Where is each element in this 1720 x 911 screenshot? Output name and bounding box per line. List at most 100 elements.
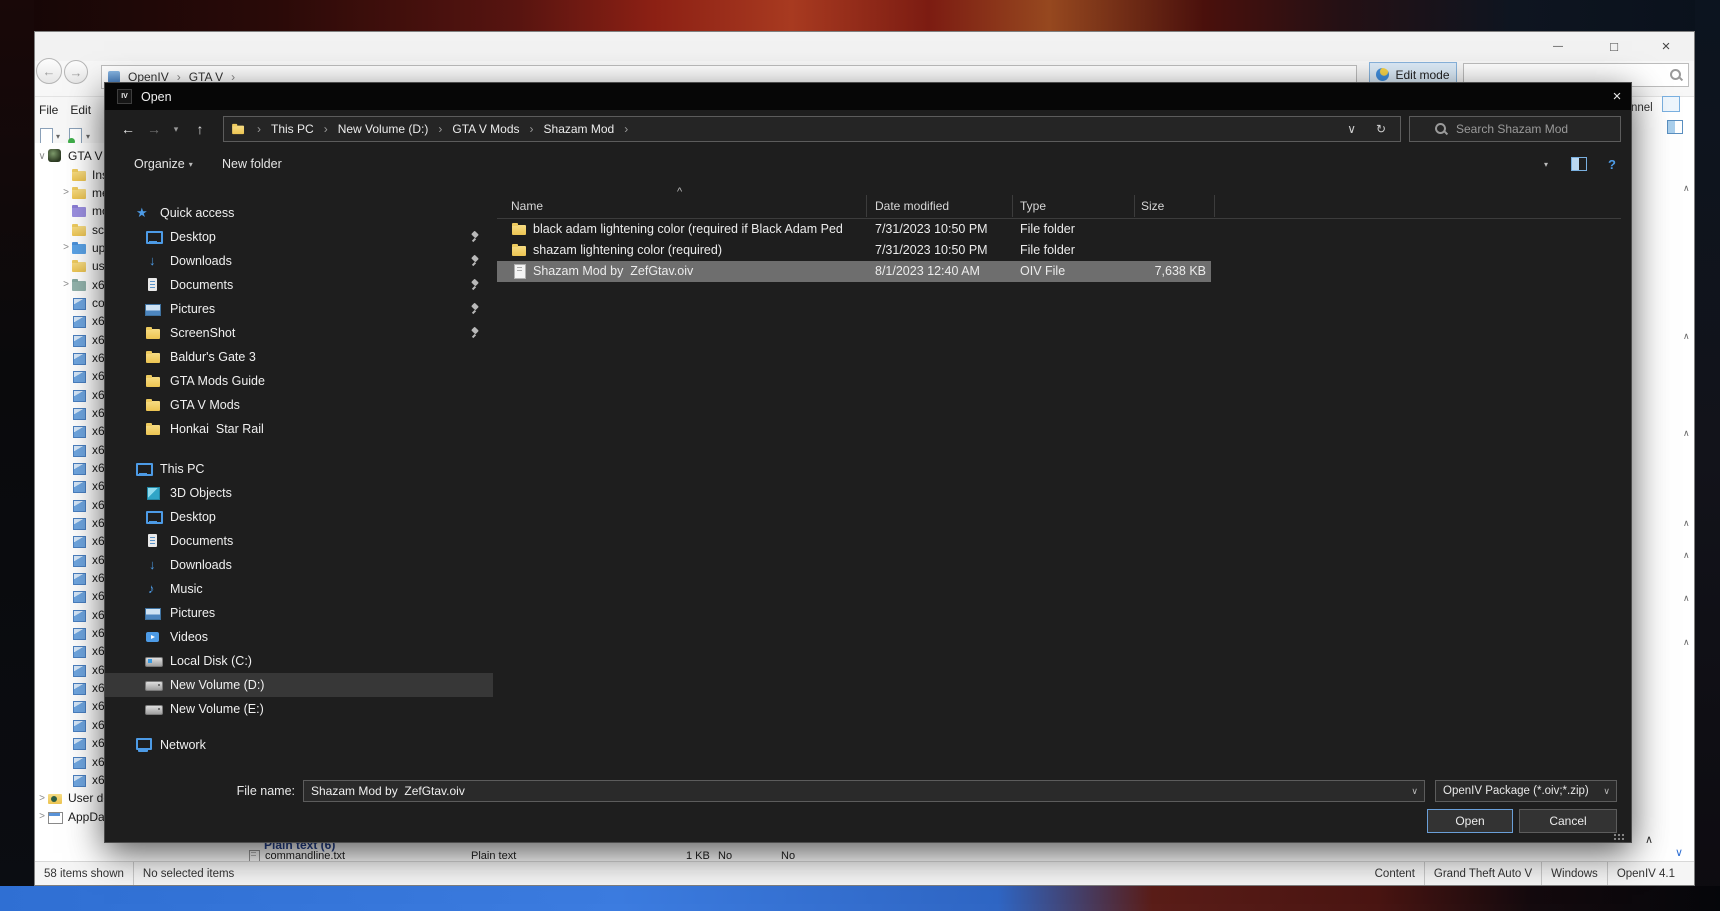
recent-locations-button[interactable]: ▾ — [167, 116, 185, 142]
split-view-icon[interactable] — [1667, 120, 1683, 134]
forward-button[interactable]: → — [143, 116, 165, 142]
file-type-select[interactable]: OpenIV Package (*.oiv;*.zip) ∨ — [1435, 780, 1617, 802]
collapse-icon[interactable]: ∧ — [1683, 183, 1690, 194]
crumb-this-pc[interactable]: This PC — [271, 122, 314, 136]
crumb-shazam-mod[interactable]: Shazam Mod — [544, 122, 615, 136]
column-date-modified[interactable]: Date modified — [875, 199, 949, 213]
maximize-button[interactable]: □ — [1591, 32, 1637, 61]
nav-item-honkai-star-rail[interactable]: Honkai Star Rail — [105, 417, 493, 441]
column-type[interactable]: Type — [1020, 199, 1046, 213]
tree-chevron-icon[interactable]: > — [37, 811, 47, 822]
channel-panel-icon[interactable] — [1662, 96, 1680, 112]
tree-chevron-icon[interactable]: > — [61, 279, 71, 290]
nav-item-gta-mods-guide[interactable]: GTA Mods Guide — [105, 369, 493, 393]
dialog-search-box[interactable] — [1409, 116, 1621, 142]
tree-chevron-icon[interactable]: > — [61, 242, 71, 253]
tree-item-x64[interactable]: x64 — [35, 752, 106, 770]
menu-edit[interactable]: Edit — [70, 103, 91, 117]
nav-item-videos[interactable]: Videos — [105, 625, 493, 649]
tree-item-x64[interactable]: x64 — [35, 679, 106, 697]
tree-item-mo[interactable]: mo — [35, 202, 106, 220]
column-divider[interactable] — [1134, 195, 1135, 217]
search-input[interactable] — [1456, 122, 1586, 136]
close-button[interactable]: × — [1643, 32, 1689, 61]
organize-button[interactable]: Organize ▾ — [134, 153, 193, 175]
crumb-volume-d[interactable]: New Volume (D:) — [338, 122, 429, 136]
help-button[interactable]: ? — [1608, 153, 1616, 175]
cancel-button[interactable]: Cancel — [1519, 809, 1617, 833]
preview-pane-button[interactable] — [1571, 153, 1587, 175]
tree-item-x64[interactable]: x64 — [35, 367, 106, 385]
column-name[interactable]: Name — [511, 199, 543, 213]
collapse-icon[interactable]: ∧ — [1683, 518, 1690, 529]
nav-item-desktop[interactable]: Desktop — [105, 505, 493, 529]
tree-item-x64[interactable]: x64 — [35, 477, 106, 495]
column-size[interactable]: Size — [1141, 199, 1164, 213]
chevron-down-icon[interactable]: ▾ — [56, 132, 60, 141]
tree-item-ins[interactable]: Ins — [35, 165, 106, 183]
new-file-icon[interactable] — [40, 128, 53, 144]
resize-grip-icon[interactable] — [1613, 833, 1624, 842]
dialog-close-button[interactable]: × — [1601, 83, 1633, 110]
column-divider[interactable] — [866, 195, 867, 217]
tree-item-x64[interactable]: x64 — [35, 734, 106, 752]
up-button[interactable]: ↑ — [189, 116, 211, 142]
file-row-shazam-lightening-color-[interactable]: shazam lightening color (required)7/31/2… — [497, 240, 1211, 261]
tree-item-x64[interactable]: x64 — [35, 661, 106, 679]
tree-item-x64[interactable]: x64 — [35, 349, 106, 367]
nav-item-pictures[interactable]: Pictures — [105, 297, 493, 321]
nav-item-local-disk-c[interactable]: Local Disk (C:) — [105, 649, 493, 673]
collapse-icon[interactable]: ∧ — [1683, 637, 1690, 648]
tree-chevron-icon[interactable]: > — [37, 793, 47, 804]
tree-item-x64[interactable]: x64 — [35, 551, 106, 569]
nav-item-downloads[interactable]: Downloads — [105, 553, 493, 577]
nav-item-3d-objects[interactable]: 3D Objects — [105, 481, 493, 505]
tree-item-x64[interactable]: x64 — [35, 642, 106, 660]
tree-item-x64[interactable]: x64 — [35, 496, 106, 514]
views-button[interactable]: ▾ — [1526, 153, 1548, 175]
collapse-icon[interactable]: ∧ — [1683, 593, 1690, 604]
address-dropdown-icon[interactable]: ∨ — [1347, 117, 1356, 141]
file-name-input[interactable] — [304, 784, 1411, 798]
minimize-button[interactable]: — — [1535, 32, 1581, 61]
nav-item-music[interactable]: Music — [105, 577, 493, 601]
menu-file[interactable]: File — [39, 103, 58, 117]
tree-item-x64[interactable]: x64 — [35, 422, 106, 440]
expand-icon[interactable]: ∨ — [1675, 846, 1683, 859]
collapse-icon[interactable]: ∧ — [1645, 833, 1653, 846]
nav-item-screenshot[interactable]: ScreenShot — [105, 321, 493, 345]
chevron-down-icon[interactable]: ∨ — [1411, 786, 1424, 797]
tree-item-com[interactable]: com — [35, 294, 106, 312]
tree-item-x64[interactable]: x64 — [35, 404, 106, 422]
nav-section-network[interactable]: Network — [105, 733, 493, 757]
new-folder-button[interactable]: New folder — [222, 153, 282, 175]
tree-item-x64[interactable]: x64 — [35, 459, 106, 477]
column-divider[interactable] — [1214, 195, 1215, 217]
tree-item-x64[interactable]: x64 — [35, 441, 106, 459]
nav-item-new-volume-e[interactable]: New Volume (E:) — [105, 697, 493, 721]
file-name-combo[interactable]: ∨ — [303, 780, 1425, 802]
nav-item-gta-v-mods[interactable]: GTA V Mods — [105, 393, 493, 417]
nav-item-baldur-s-gate-3[interactable]: Baldur's Gate 3 — [105, 345, 493, 369]
sort-ascending-icon[interactable]: ^ — [677, 186, 682, 198]
tree-item-x64[interactable]: x64 — [35, 569, 106, 587]
tree-item-x64[interactable]: x64 — [35, 385, 106, 403]
tree-item-up[interactable]: >up — [35, 239, 106, 257]
openiv-forward-button[interactable]: → — [64, 60, 88, 84]
column-divider[interactable] — [1012, 195, 1013, 217]
file-row-shazam-mod-by-zefgtav-oi[interactable]: Shazam Mod by ZefGtav.oiv8/1/2023 12:40 … — [497, 261, 1211, 282]
tree-item-x64[interactable]: x64 — [35, 532, 106, 550]
tree-item-x64[interactable]: x64 — [35, 771, 106, 789]
tree-item-x64[interactable]: x64 — [35, 330, 106, 348]
tree-item-use[interactable]: use — [35, 257, 106, 275]
tree-item-x64[interactable]: x64 — [35, 514, 106, 532]
back-button[interactable]: ← — [117, 116, 139, 142]
nav-section-quick-access[interactable]: Quick access — [105, 201, 493, 225]
openiv-back-button[interactable]: ← — [36, 58, 62, 84]
crumb-gta-v-mods[interactable]: GTA V Mods — [452, 122, 519, 136]
add-file-icon[interactable] — [69, 128, 82, 144]
nav-item-downloads[interactable]: Downloads — [105, 249, 493, 273]
tree-item-x64[interactable]: x64 — [35, 716, 106, 734]
nav-item-documents[interactable]: Documents — [105, 273, 493, 297]
collapse-icon[interactable]: ∧ — [1683, 550, 1690, 561]
